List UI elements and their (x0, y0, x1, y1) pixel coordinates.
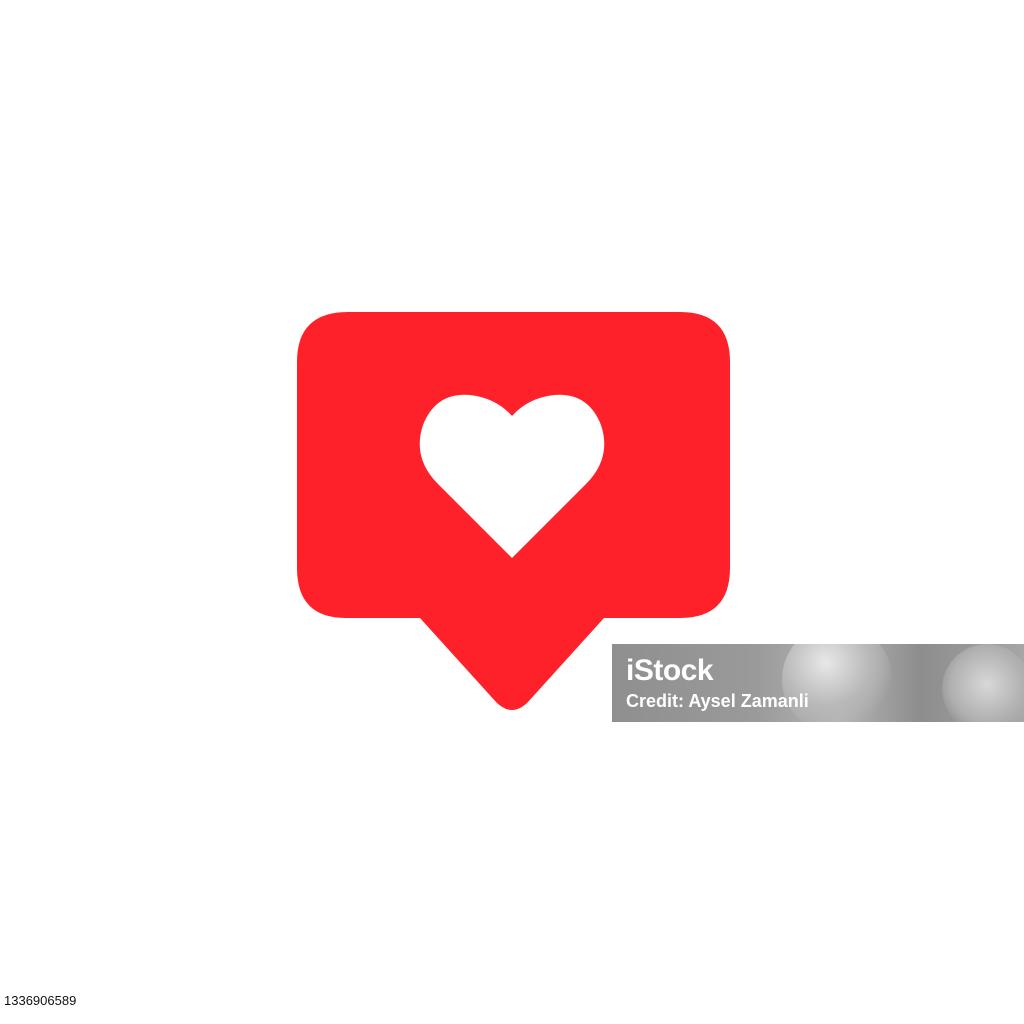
watermark: iStock Credit: Aysel Zamanli (612, 644, 1024, 722)
watermark-brand: iStock (626, 654, 714, 687)
watermark-credit: Credit: Aysel Zamanli (626, 691, 809, 711)
like-notification-icon (297, 312, 730, 710)
image-id: 1336906589 (4, 993, 77, 1008)
stock-image: iStock Credit: Aysel Zamanli 1336906589 (0, 0, 1024, 1024)
